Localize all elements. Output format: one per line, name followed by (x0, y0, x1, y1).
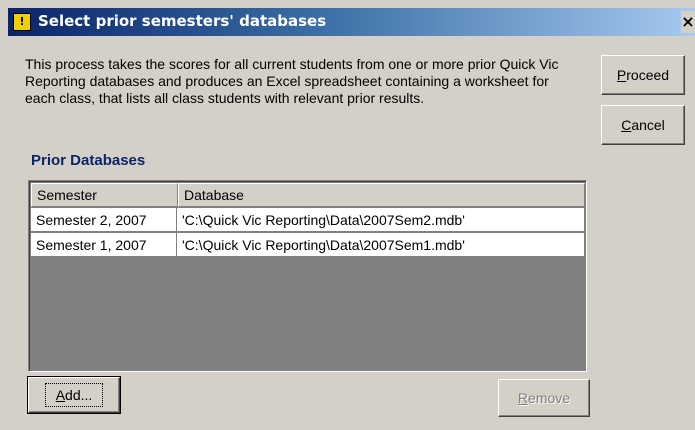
table-row[interactable]: Semester 2, 2007 'C:\Quick Vic Reporting… (31, 208, 584, 232)
close-button[interactable]: × (681, 11, 695, 33)
cancel-mnemonic: C (621, 117, 632, 133)
remove-label: emove (528, 390, 571, 406)
prior-databases-list[interactable]: Semester Database Semester 2, 2007 'C:\Q… (28, 180, 587, 372)
window-title: Select prior semesters' databases (38, 12, 327, 30)
add-button[interactable]: Add... (27, 376, 121, 414)
semester-cell: Semester 2, 2007 (31, 208, 177, 232)
cancel-button[interactable]: Cancel (601, 105, 685, 145)
column-header-database[interactable]: Database (178, 183, 585, 207)
remove-mnemonic: R (517, 390, 529, 406)
add-focus-rect: Add... (44, 383, 104, 407)
add-label: dd... (65, 387, 93, 403)
cancel-label: ancel (631, 117, 665, 133)
semester-cell: Semester 1, 2007 (31, 233, 177, 257)
proceed-label: roceed (626, 67, 670, 83)
list-header: Semester Database (31, 183, 585, 207)
add-mnemonic: A (55, 387, 66, 403)
remove-button[interactable]: Remove (498, 379, 590, 417)
proceed-mnemonic: P (616, 67, 627, 83)
app-icon: ! (13, 13, 31, 31)
database-cell: 'C:\Quick Vic Reporting\Data\2007Sem1.md… (177, 233, 584, 257)
column-header-semester[interactable]: Semester (31, 183, 178, 207)
description-text: This process takes the scores for all cu… (25, 56, 559, 106)
dialog-window: ! Select prior semesters' databases × Th… (0, 0, 695, 430)
database-cell: 'C:\Quick Vic Reporting\Data\2007Sem2.md… (177, 208, 584, 232)
proceed-button[interactable]: Proceed (601, 55, 685, 95)
title-bar[interactable]: ! Select prior semesters' databases × (8, 8, 695, 36)
section-title: Prior Databases (31, 152, 146, 169)
table-row[interactable]: Semester 1, 2007 'C:\Quick Vic Reporting… (31, 233, 584, 257)
